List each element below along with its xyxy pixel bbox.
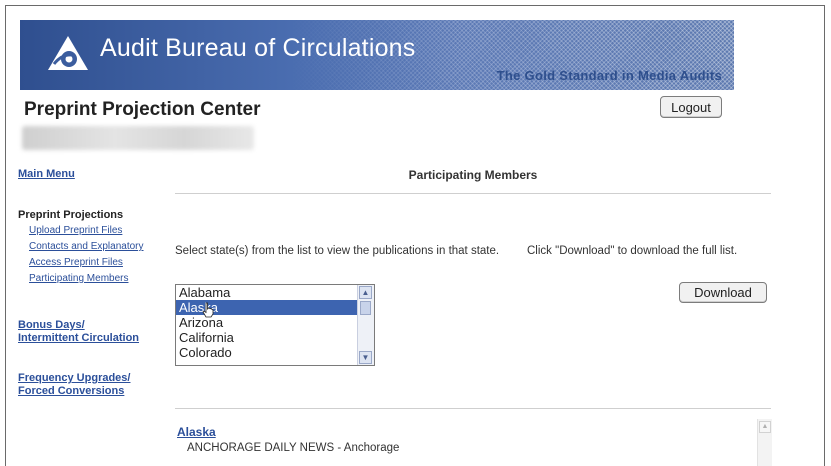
state-listbox[interactable]: Alabama Alaska Arizona California Colora…	[175, 284, 375, 366]
sidebar-item-participating-members[interactable]: Participating Members	[29, 273, 128, 284]
sidebar-heading-preprint-projections: Preprint Projections	[18, 209, 124, 221]
bonus-days-line1: Bonus Days/	[18, 319, 85, 331]
brand-tagline: The Gold Standard in Media Audits	[496, 68, 722, 83]
logout-button[interactable]: Logout	[660, 96, 722, 118]
brand-name: Audit Bureau of Circulations	[100, 34, 416, 62]
download-button[interactable]: Download	[679, 282, 767, 303]
bonus-days-line2: Intermittent Circulation	[18, 332, 140, 344]
results-scrollbar[interactable]: ▲	[757, 419, 772, 466]
frequency-upgrades-line2: Forced Conversions	[18, 385, 125, 397]
divider	[175, 408, 771, 409]
scroll-down-arrow-icon[interactable]: ▼	[359, 351, 372, 364]
sidebar-frequency-upgrades-link[interactable]: Frequency Upgrades/ Forced Conversions	[18, 372, 130, 398]
download-instructions: Click "Download" to download the full li…	[527, 245, 738, 257]
sidebar-main-menu-link[interactable]: Main Menu	[18, 168, 75, 181]
sidebar-item-access-preprint-files[interactable]: Access Preprint Files	[29, 257, 123, 268]
page-title: Preprint Projection Center	[24, 99, 261, 120]
state-option-california[interactable]: California	[176, 330, 374, 345]
divider	[175, 193, 771, 194]
state-select-instructions: Select state(s) from the list to view th…	[175, 245, 500, 257]
results-scroll-up-icon[interactable]: ▲	[759, 421, 771, 433]
header-banner: Audit Bureau of Circulations The Gold St…	[20, 20, 734, 90]
listbox-scrollbar[interactable]: ▲ ▼	[357, 285, 374, 365]
sidebar-bonus-days-link[interactable]: Bonus Days/ Intermittent Circulation	[18, 319, 139, 345]
scroll-thumb[interactable]	[360, 301, 371, 315]
result-state-heading[interactable]: Alaska	[177, 425, 216, 439]
sidebar-item-contacts-and-explanatory[interactable]: Contacts and Explanatory	[29, 241, 144, 252]
redacted-account-info	[22, 126, 254, 150]
frequency-upgrades-line1: Frequency Upgrades/	[18, 372, 131, 384]
scroll-up-arrow-icon[interactable]: ▲	[359, 286, 372, 299]
abc-logo-icon	[48, 36, 88, 70]
hand-cursor-icon	[202, 302, 214, 318]
state-option-alabama[interactable]: Alabama	[176, 285, 374, 300]
section-title: Participating Members	[408, 168, 538, 182]
publication-item: ANCHORAGE DAILY NEWS - Anchorage	[187, 442, 400, 454]
state-option-colorado[interactable]: Colorado	[176, 345, 374, 360]
sidebar-item-upload-preprint-files[interactable]: Upload Preprint Files	[29, 225, 122, 236]
browser-page: Audit Bureau of Circulations The Gold St…	[5, 5, 825, 466]
